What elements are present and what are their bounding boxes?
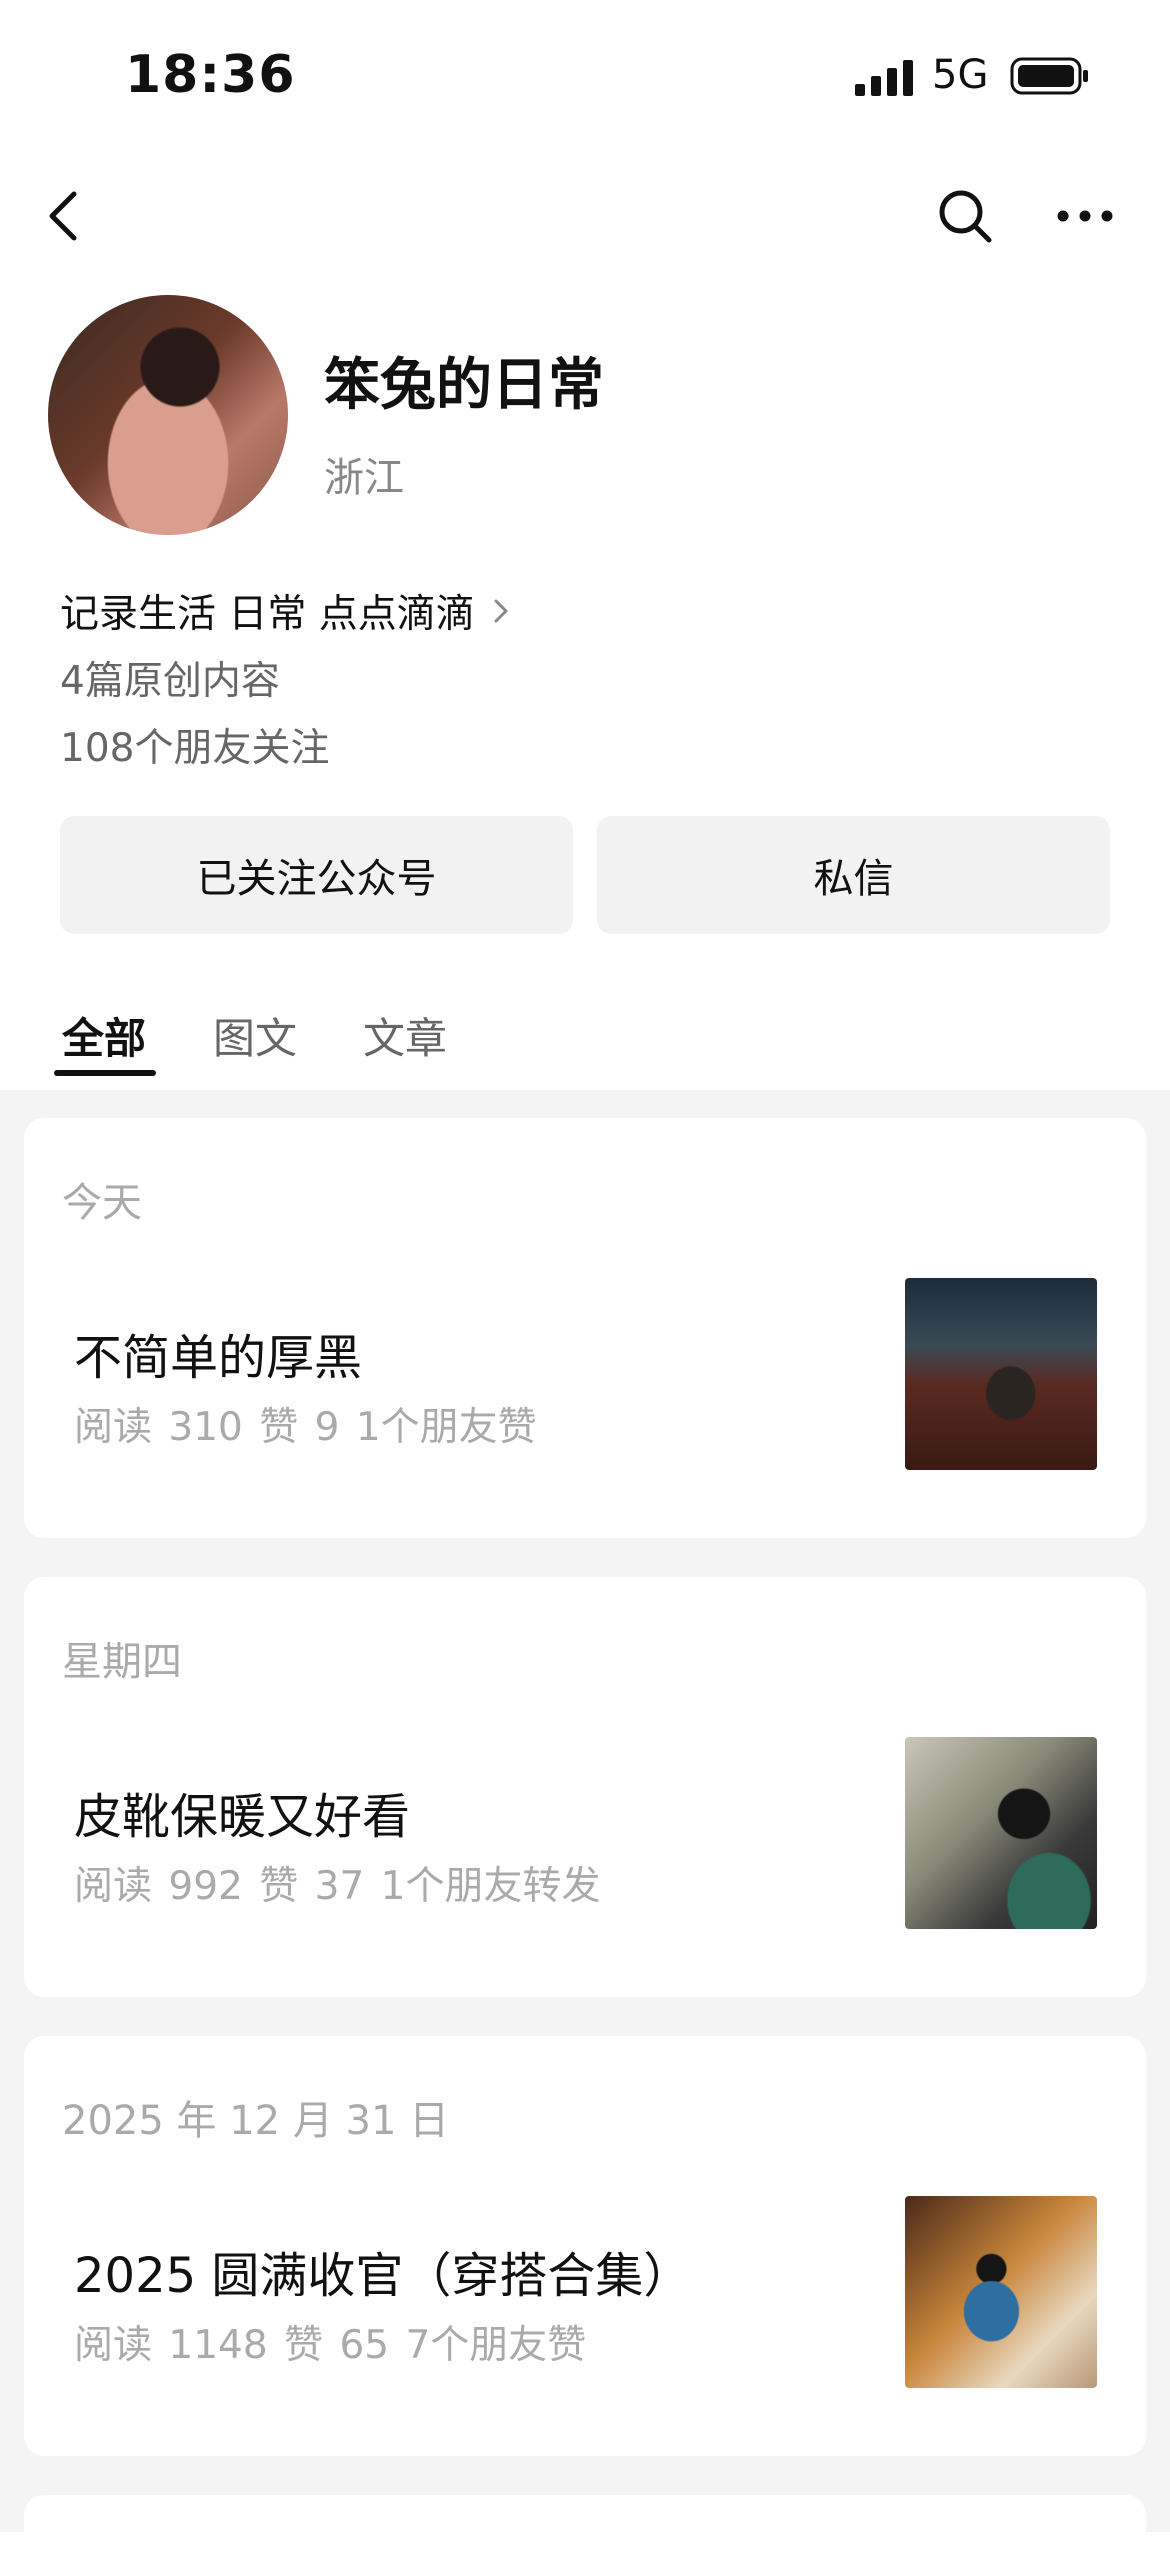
article-stats: 阅读 1148 赞 65 7个朋友赞: [74, 2323, 587, 2368]
tab-image-text[interactable]: 图文: [213, 1005, 297, 1066]
followed-button[interactable]: 已关注公众号: [60, 816, 573, 934]
network-type: 5G: [932, 52, 989, 98]
account-region: 浙江: [324, 455, 404, 501]
bio-row[interactable]: 记录生活 日常 点点滴滴: [60, 585, 513, 637]
more-options-icon[interactable]: [1055, 180, 1115, 250]
article-title[interactable]: 皮靴保暖又好看: [74, 1777, 410, 1847]
article-date: 今天: [62, 1180, 142, 1226]
article-card[interactable]: [24, 2495, 1146, 2555]
article-thumbnail[interactable]: [905, 2196, 1097, 2388]
account-bio: 记录生活 日常 点点滴滴: [60, 592, 475, 637]
back-icon[interactable]: [40, 180, 90, 250]
original-count: 4篇原创内容: [60, 659, 280, 704]
chevron-right-icon: [494, 599, 508, 623]
status-time: 18:36: [125, 45, 296, 105]
tab-articles[interactable]: 文章: [363, 1005, 447, 1066]
article-thumbnail[interactable]: [905, 1278, 1097, 1470]
account-name: 笨兔的日常: [324, 353, 604, 418]
article-stats: 阅读 992 赞 37 1个朋友转发: [74, 1864, 601, 1909]
search-icon[interactable]: [935, 180, 995, 250]
content-tabs: 全部 图文 文章: [0, 995, 1170, 1085]
article-thumbnail[interactable]: [905, 1737, 1097, 1929]
article-card[interactable]: 今天 不简单的厚黑 阅读 310 赞 9 1个朋友赞: [24, 1118, 1146, 1538]
article-title[interactable]: 2025 圆满收官（穿搭合集）: [74, 2236, 691, 2306]
battery-icon: [1010, 57, 1088, 95]
message-button[interactable]: 私信: [597, 816, 1110, 934]
article-date: 2025 年 12 月 31 日: [62, 2098, 450, 2144]
article-stats: 阅读 310 赞 9 1个朋友赞: [74, 1405, 537, 1450]
nav-bar: [0, 160, 1170, 260]
friends-following: 108个朋友关注: [60, 726, 330, 771]
signal-icon: [855, 60, 913, 96]
status-bar: 18:36 5G: [0, 0, 1170, 150]
avatar[interactable]: [48, 295, 288, 535]
article-title[interactable]: 不简单的厚黑: [74, 1318, 362, 1388]
article-date: 星期四: [62, 1639, 182, 1685]
tab-all[interactable]: 全部: [62, 1005, 146, 1066]
article-card[interactable]: 星期四 皮靴保暖又好看 阅读 992 赞 37 1个朋友转发: [24, 1577, 1146, 1997]
active-tab-indicator: [54, 1070, 156, 1076]
article-card[interactable]: 2025 年 12 月 31 日 2025 圆满收官（穿搭合集） 阅读 1148…: [24, 2036, 1146, 2456]
